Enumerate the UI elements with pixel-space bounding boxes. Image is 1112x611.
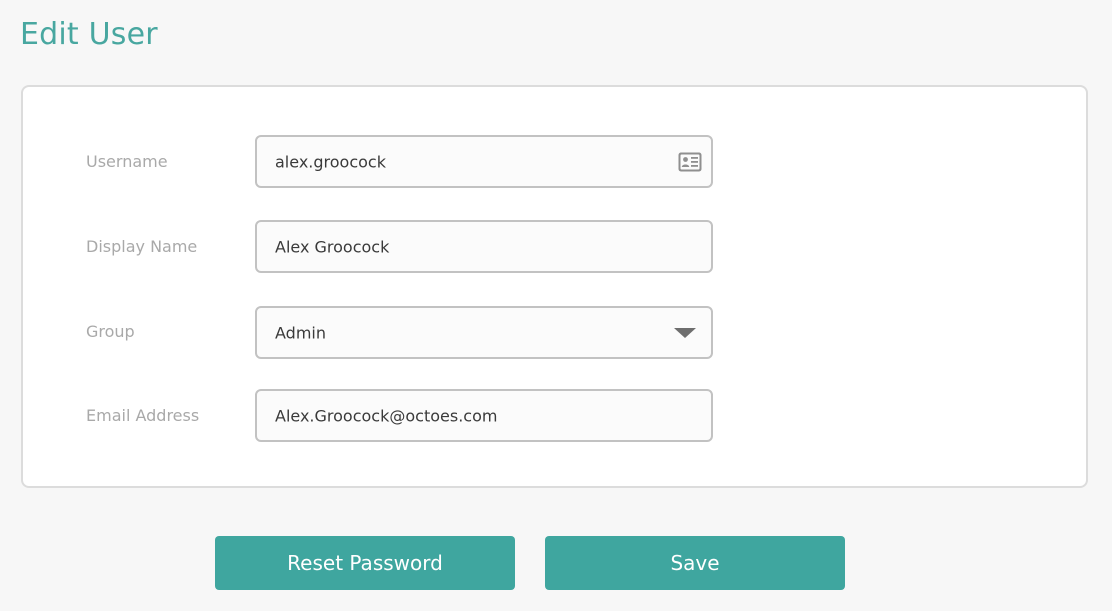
email-field[interactable]: Alex.Groocock@octoes.com: [255, 389, 713, 442]
display-name-field[interactable]: Alex Groocock: [255, 220, 713, 273]
reset-password-button[interactable]: Reset Password: [215, 536, 515, 590]
username-value: alex.groocock: [275, 152, 386, 171]
edit-user-form-card: Username alex.groocock Display Name Alex…: [21, 85, 1088, 488]
save-button[interactable]: Save: [545, 536, 845, 590]
chevron-down-icon: [674, 327, 696, 338]
email-value: Alex.Groocock@octoes.com: [275, 406, 498, 425]
id-card-icon: [678, 152, 702, 172]
group-select[interactable]: Admin: [255, 306, 713, 359]
username-label: Username: [86, 152, 168, 171]
display-name-label: Display Name: [86, 237, 198, 256]
username-field[interactable]: alex.groocock: [255, 135, 713, 188]
display-name-value: Alex Groocock: [275, 237, 390, 256]
group-value: Admin: [275, 323, 326, 342]
group-label: Group: [86, 322, 135, 341]
email-label: Email Address: [86, 406, 200, 425]
page-title: Edit User: [20, 17, 158, 52]
